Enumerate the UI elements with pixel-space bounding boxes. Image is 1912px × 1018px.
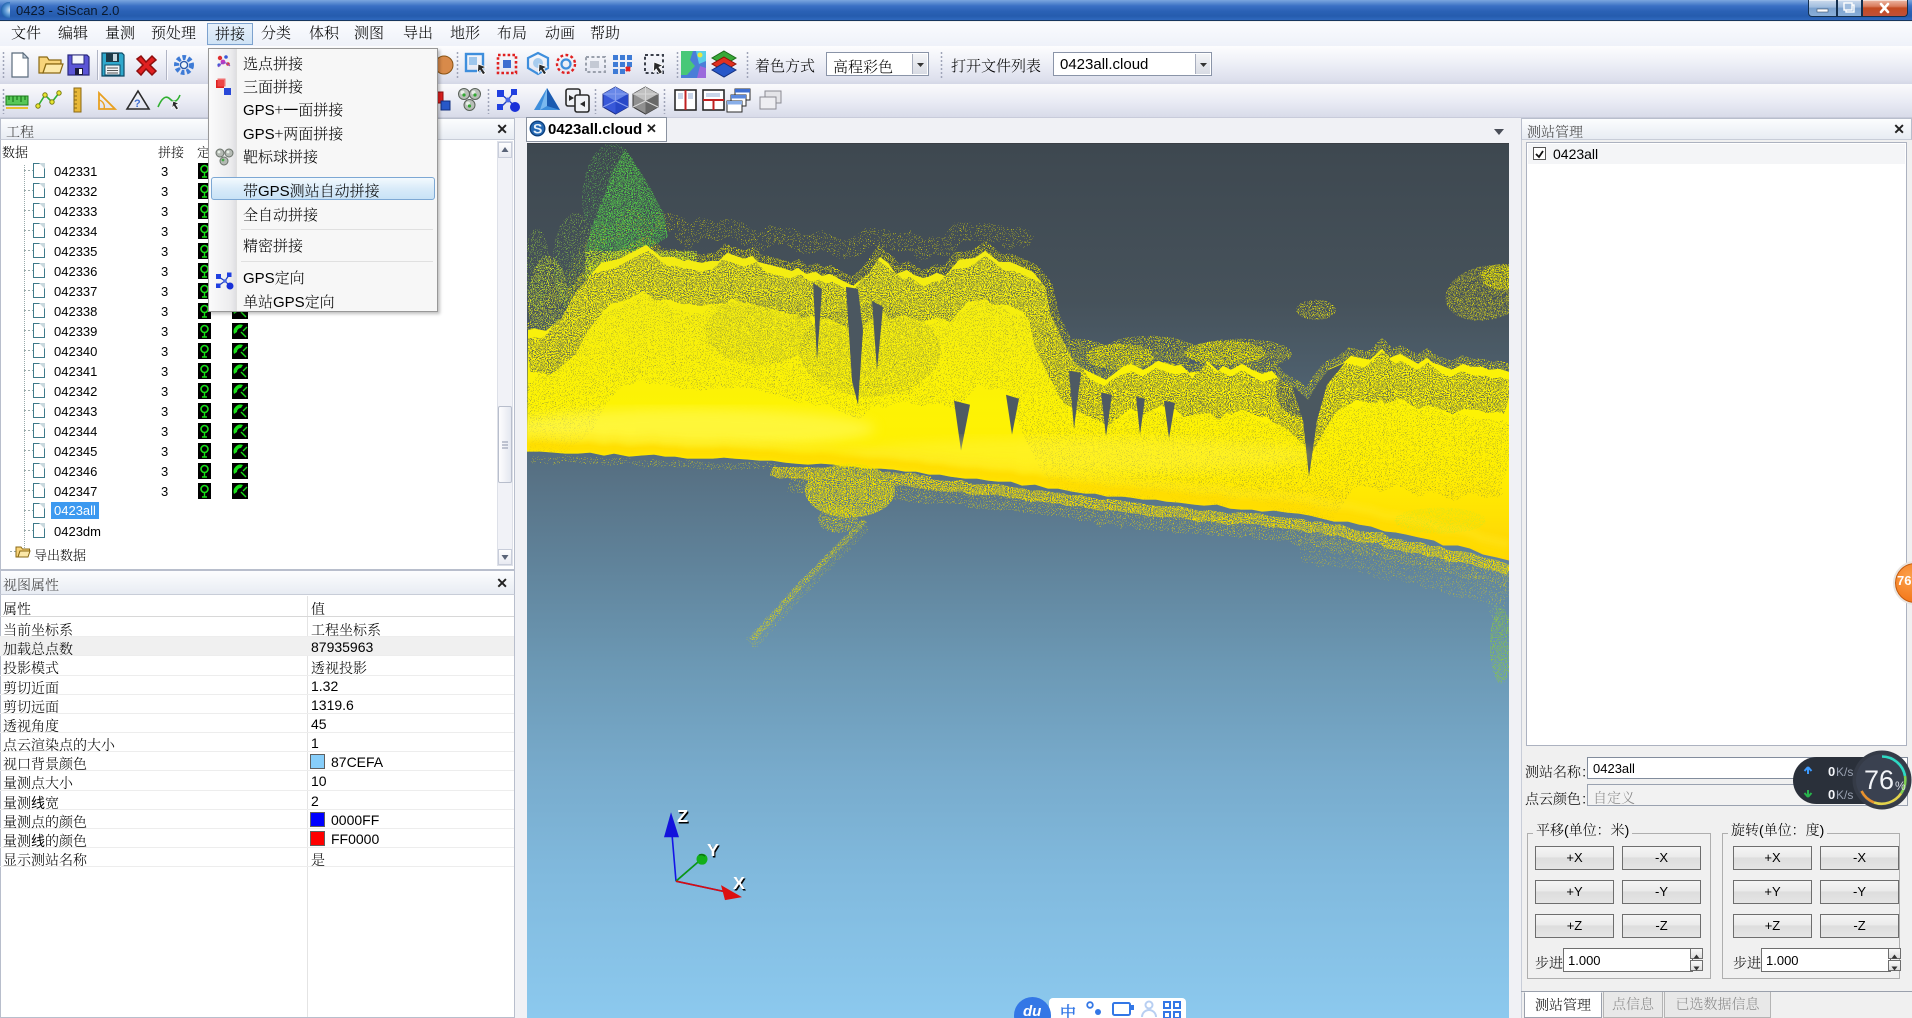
svg-text:X: X [733,873,745,893]
svg-text:0: 0 [1828,764,1835,779]
svg-text:S: S [533,121,542,137]
svg-text:K/s: K/s [1836,788,1853,802]
svg-text:?: ? [134,98,141,110]
svg-text:76: 76 [1864,765,1894,795]
svg-text:0: 0 [1828,787,1835,802]
svg-text:%: % [1895,779,1906,793]
svg-text:Y: Y [707,840,719,860]
svg-text:K/s: K/s [1836,765,1853,779]
svg-text:Z: Z [677,806,688,826]
